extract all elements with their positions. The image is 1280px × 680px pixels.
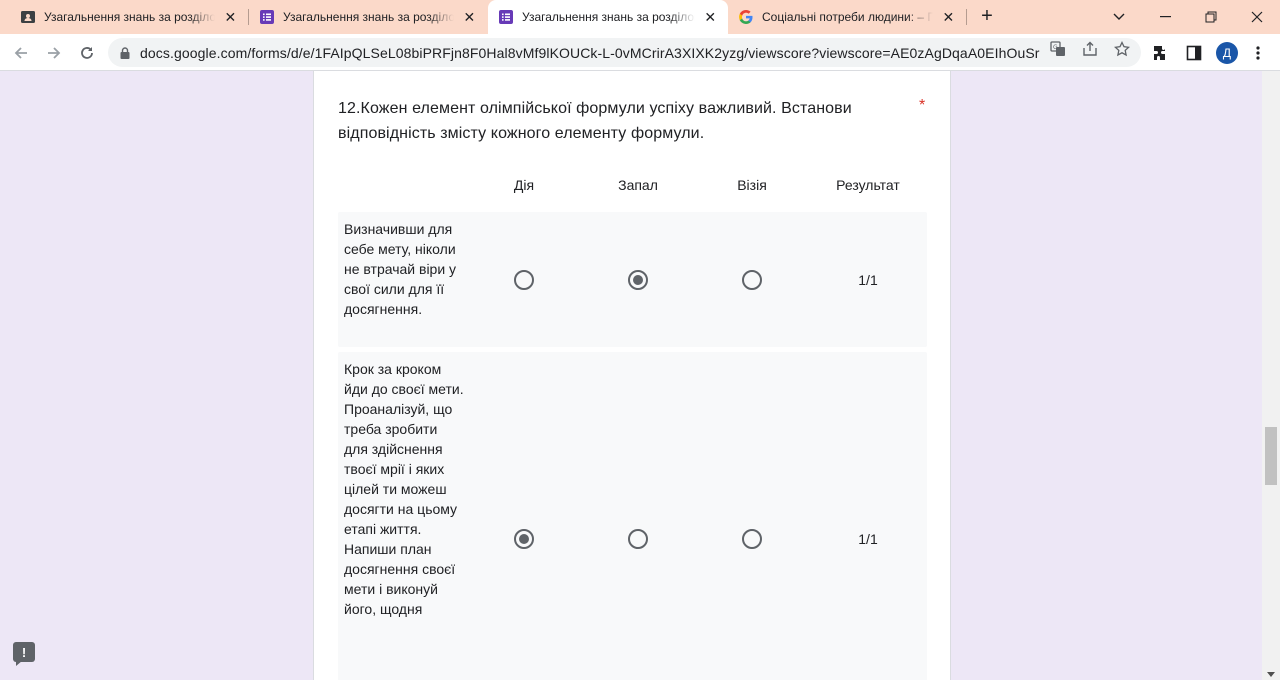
scroll-down-arrow-icon[interactable] — [1267, 672, 1275, 677]
reload-icon — [81, 47, 93, 59]
page-scrollbar[interactable] — [1262, 71, 1280, 680]
restore-button[interactable] — [1188, 0, 1234, 34]
close-window-button[interactable] — [1234, 0, 1280, 34]
tab-1-title: Узагальнення знань за розділом — [44, 10, 215, 24]
grid-row: Визначивши для себе мету, ніколи не втра… — [338, 212, 927, 347]
grid-row: Крок за кроком йди до своєї мети. Проана… — [338, 352, 927, 680]
restore-icon — [1205, 11, 1217, 23]
question-title: 12.Кожен елемент олімпійської формули ус… — [338, 100, 852, 142]
share-icon[interactable] — [1080, 41, 1100, 57]
row-label: Крок за кроком йди до своєї мети. Проана… — [344, 361, 464, 617]
tab-4[interactable]: Соціальні потреби людини: – Пошук Google… — [728, 0, 966, 34]
address-bar[interactable]: docs.google.com/forms/d/e/1FAIpQLSeL08bi… — [108, 38, 1141, 67]
tab-3-active[interactable]: Узагальнення знань за розділом ✕ — [488, 0, 728, 34]
question-card: 12.Кожен елемент олімпійської формули ус… — [313, 71, 951, 680]
browser-toolbar: docs.google.com/forms/d/e/1FAIpQLSeL08bi… — [0, 34, 1280, 71]
profile-avatar[interactable]: Д — [1216, 42, 1238, 64]
column-header-result: Результат — [836, 177, 900, 193]
row-label: Визначивши для себе мету, ніколи не втра… — [344, 221, 457, 317]
radio-viziia[interactable] — [742, 529, 762, 549]
close-icon[interactable]: ✕ — [462, 9, 477, 26]
radio-zapal[interactable] — [628, 529, 648, 549]
radio-diia[interactable] — [514, 270, 534, 290]
tab-search-button[interactable] — [1096, 0, 1142, 34]
row-score: 1/1 — [858, 531, 878, 547]
radio-zapal[interactable] — [628, 270, 648, 290]
svg-text:G: G — [1053, 44, 1058, 51]
required-asterisk: * — [919, 97, 926, 114]
close-icon — [1251, 11, 1263, 23]
translate-icon[interactable]: G — [1048, 41, 1068, 57]
minimize-icon — [1159, 16, 1171, 18]
browser-tabstrip: Узагальнення знань за розділом ✕ Узагаль… — [0, 0, 1280, 34]
back-button[interactable] — [8, 40, 34, 66]
column-header-zapal: Запал — [618, 177, 658, 193]
forms-icon — [259, 9, 275, 25]
side-panel-icon[interactable] — [1184, 43, 1204, 63]
row-score: 1/1 — [858, 272, 878, 288]
tab-4-title: Соціальні потреби людини: – Пошук Google — [762, 10, 933, 24]
radio-viziia[interactable] — [742, 270, 762, 290]
report-problem-button[interactable]: ! — [13, 642, 35, 666]
tab-1[interactable]: Узагальнення знань за розділом ✕ — [0, 0, 248, 34]
classroom-icon — [20, 9, 36, 25]
new-tab-button[interactable]: + — [976, 6, 998, 28]
tab-2-title: Узагальнення знань за розділом — [283, 10, 454, 24]
forward-button[interactable] — [41, 40, 67, 66]
lock-icon[interactable] — [120, 46, 130, 59]
google-icon — [738, 9, 754, 25]
chevron-down-icon — [1113, 13, 1125, 20]
tab-3-title: Узагальнення знань за розділом — [522, 10, 695, 24]
bookmark-star-icon[interactable] — [1112, 41, 1132, 57]
close-icon[interactable]: ✕ — [223, 9, 238, 26]
close-icon[interactable]: ✕ — [941, 9, 956, 26]
scrollbar-thumb[interactable] — [1265, 427, 1277, 485]
exclamation-icon: ! — [21, 644, 27, 660]
radio-diia[interactable] — [514, 529, 534, 549]
column-header-diia: Дія — [513, 177, 535, 193]
url-text: docs.google.com/forms/d/e/1FAIpQLSeL08bi… — [140, 44, 1040, 61]
arrow-left-icon — [14, 47, 27, 59]
menu-kebab-icon[interactable] — [1248, 43, 1268, 63]
column-header-viziia: Візія — [737, 177, 767, 193]
arrow-right-icon — [48, 47, 61, 59]
minimize-button[interactable] — [1142, 0, 1188, 34]
close-icon[interactable]: ✕ — [703, 9, 719, 26]
tab-divider — [966, 9, 967, 25]
forms-icon — [498, 9, 514, 25]
reload-button[interactable] — [74, 40, 100, 66]
extensions-icon[interactable] — [1151, 43, 1171, 63]
tab-2[interactable]: Узагальнення знань за розділом ✕ — [249, 0, 487, 34]
